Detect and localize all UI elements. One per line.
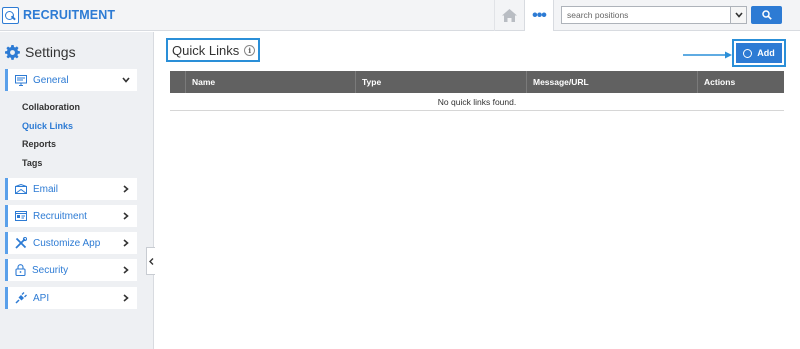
chevron-right-icon bbox=[120, 294, 132, 302]
chevron-left-icon bbox=[148, 257, 153, 265]
page-title-highlight: Quick Links i bbox=[166, 38, 260, 62]
column-header-type[interactable]: Type bbox=[355, 71, 526, 93]
sidebar-item-label: Email bbox=[33, 183, 59, 195]
column-header-select bbox=[170, 71, 185, 93]
app-brand[interactable]: RECRUITMENT bbox=[2, 5, 115, 25]
add-circle-icon bbox=[743, 48, 753, 58]
column-header-message-url[interactable]: Message/URL bbox=[526, 71, 697, 93]
sidebar-item-label: Customize App bbox=[33, 237, 101, 249]
table-empty-message: No quick links found. bbox=[170, 93, 784, 111]
add-button-highlight: Add bbox=[732, 39, 786, 67]
top-bar: RECRUITMENT ••• bbox=[0, 0, 800, 31]
plug-icon bbox=[15, 292, 27, 304]
sidebar-subitem-collaboration[interactable]: Collaboration bbox=[22, 102, 80, 112]
column-header-actions: Actions bbox=[697, 71, 784, 93]
recruitment-logo-icon bbox=[2, 6, 19, 24]
sidebar-subitem-reports[interactable]: Reports bbox=[22, 139, 56, 149]
chevron-down-icon bbox=[734, 12, 743, 18]
lock-icon bbox=[15, 264, 26, 276]
sidebar-item-security[interactable]: Security bbox=[5, 259, 137, 281]
gear-icon bbox=[5, 44, 20, 60]
sidebar-item-general[interactable]: General bbox=[5, 69, 137, 91]
envelope-icon bbox=[15, 184, 27, 194]
table-header-row: Name Type Message/URL Actions bbox=[170, 71, 784, 93]
arrow-pointer-icon bbox=[683, 51, 732, 59]
chevron-right-icon bbox=[120, 266, 132, 274]
tools-icon bbox=[15, 237, 27, 249]
add-quick-link-button[interactable]: Add bbox=[736, 43, 782, 63]
search-icon bbox=[761, 10, 772, 20]
settings-title: Settings bbox=[25, 44, 76, 60]
sidebar-item-recruitment[interactable]: Recruitment bbox=[5, 205, 137, 227]
page-title: Quick Links bbox=[172, 42, 240, 58]
search-dropdown-button[interactable] bbox=[731, 6, 747, 24]
sidebar-subitem-quick-links[interactable]: Quick Links bbox=[22, 121, 73, 131]
home-icon bbox=[502, 9, 517, 22]
sidebar-item-label: Security bbox=[32, 264, 69, 276]
quick-links-table: Name Type Message/URL Actions No quick l… bbox=[170, 71, 784, 111]
sidebar-subitem-tags[interactable]: Tags bbox=[22, 158, 42, 168]
main-content: Quick Links i Add Name Type Message/URL … bbox=[155, 32, 800, 349]
home-button[interactable] bbox=[494, 0, 524, 31]
settings-sidebar: Settings General Collaboration Quick Lin… bbox=[0, 32, 154, 349]
settings-heading: Settings bbox=[5, 44, 76, 60]
sidebar-item-api[interactable]: API bbox=[5, 287, 137, 309]
search-input[interactable] bbox=[561, 6, 731, 24]
column-header-name[interactable]: Name bbox=[185, 71, 355, 93]
more-dots-icon: ••• bbox=[532, 6, 547, 24]
monitor-icon bbox=[15, 74, 27, 86]
id-card-icon bbox=[15, 211, 27, 221]
app-title: RECRUITMENT bbox=[23, 8, 116, 22]
sidebar-item-customize-app[interactable]: Customize App bbox=[5, 232, 137, 254]
add-button-label: Add bbox=[757, 48, 775, 58]
more-options-button[interactable]: ••• bbox=[524, 0, 554, 31]
chevron-right-icon bbox=[120, 185, 132, 193]
sidebar-item-label: Recruitment bbox=[33, 210, 87, 222]
chevron-right-icon bbox=[120, 239, 132, 247]
sidebar-collapse-toggle[interactable] bbox=[146, 247, 155, 275]
chevron-down-icon bbox=[120, 77, 132, 83]
sidebar-item-email[interactable]: Email bbox=[5, 178, 137, 200]
search-button[interactable] bbox=[751, 6, 782, 24]
chevron-right-icon bbox=[120, 212, 132, 220]
sidebar-item-label: General bbox=[33, 74, 69, 86]
sidebar-item-label: API bbox=[33, 292, 50, 304]
info-icon[interactable]: i bbox=[244, 44, 256, 56]
